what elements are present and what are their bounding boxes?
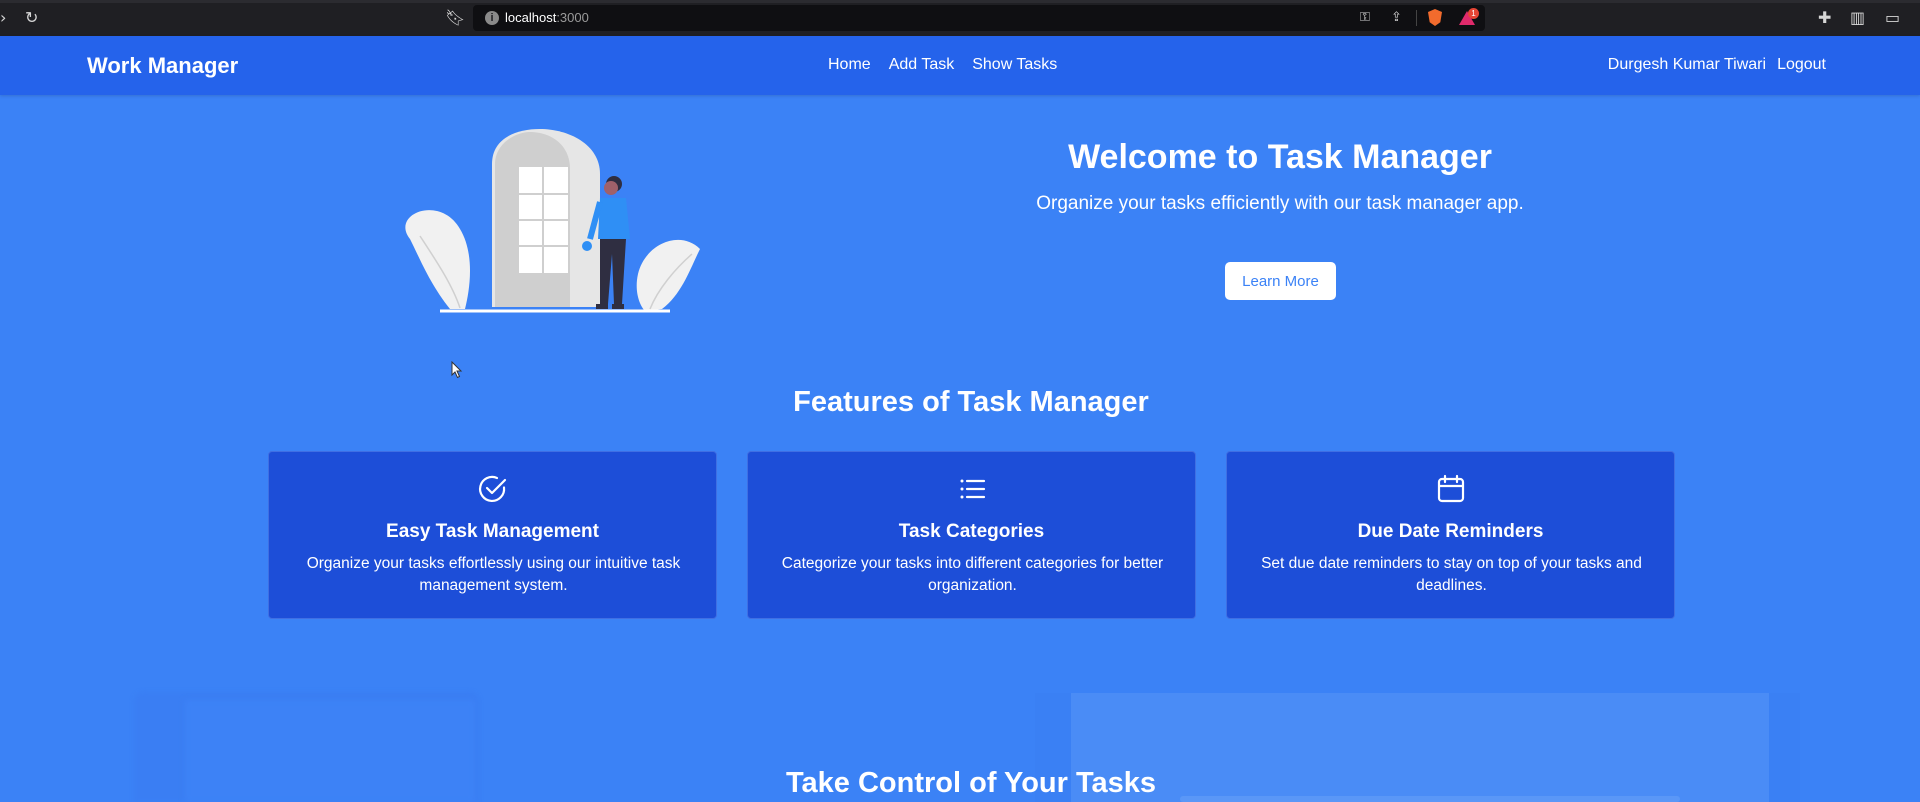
feature-title: Task Categories [898, 521, 1045, 542]
sidebar-icon[interactable]: ▥ [1850, 10, 1865, 26]
nav-links: Home Add Task Show Tasks [828, 56, 1057, 74]
nav-user-area: Durgesh Kumar Tiwari Logout [1608, 56, 1826, 74]
key-icon[interactable]: ⚿ [1360, 10, 1370, 26]
feature-title: Easy Task Management [386, 521, 599, 542]
door-illustration [405, 129, 700, 313]
reload-icon[interactable]: ↻ [25, 10, 38, 26]
hero-title: Welcome to Task Manager [1068, 138, 1492, 176]
wallet-icon[interactable]: ▭ [1885, 10, 1900, 26]
brand-logo[interactable]: Work Manager [87, 53, 238, 79]
toolbar-divider [1416, 10, 1417, 26]
learn-more-button[interactable]: Learn More [1225, 262, 1336, 300]
feature-card-task-management: Easy Task Management Organize your tasks… [268, 451, 717, 619]
features-title: Features of Task Manager [793, 386, 1149, 418]
control-section-title: Take Control of Your Tasks [785, 767, 1157, 799]
share-icon[interactable]: ⇪ [1391, 10, 1402, 26]
logout-link[interactable]: Logout [1777, 56, 1826, 74]
rewards-badge: 1 [1468, 8, 1479, 19]
feature-title: Due Date Reminders [1357, 521, 1544, 542]
bookmark-icon[interactable]: 🔖︎ [445, 10, 465, 26]
nav-add-task[interactable]: Add Task [889, 56, 955, 74]
feature-description: Organize your tasks effortlessly using o… [306, 555, 681, 594]
feature-description: Categorize your tasks into different cat… [781, 555, 1164, 594]
feature-description: Set due date reminders to stay on top of… [1261, 555, 1642, 594]
user-name[interactable]: Durgesh Kumar Tiwari [1608, 56, 1766, 74]
mouse-cursor-icon [451, 361, 463, 379]
calendar-icon [1227, 473, 1674, 507]
site-info-icon[interactable]: i [485, 11, 499, 25]
extensions-icon[interactable]: ✚ [1818, 10, 1831, 26]
list-icon [748, 473, 1195, 507]
feature-card-task-categories: Task Categories Categorize your tasks in… [747, 451, 1196, 619]
url-text: localhost:3000 [505, 10, 589, 25]
nav-show-tasks[interactable]: Show Tasks [972, 56, 1057, 74]
navbar: Work Manager Home Add Task Show Tasks Du… [0, 36, 1920, 95]
check-circle-icon [269, 473, 716, 507]
browser-toolbar: › ↻ 🔖︎ i localhost:3000 ⚿ ⇪ 1 ✚ ▥ ▭ [0, 0, 1920, 36]
back-icon[interactable]: › [0, 10, 6, 26]
nav-home[interactable]: Home [828, 56, 871, 74]
hero-subtitle: Organize your tasks efficiently with our… [1036, 193, 1524, 214]
tab-strip [0, 0, 1920, 3]
address-bar[interactable]: i localhost:3000 ⚿ ⇪ [473, 5, 1485, 31]
feature-card-due-date-reminders: Due Date Reminders Set due date reminder… [1226, 451, 1675, 619]
